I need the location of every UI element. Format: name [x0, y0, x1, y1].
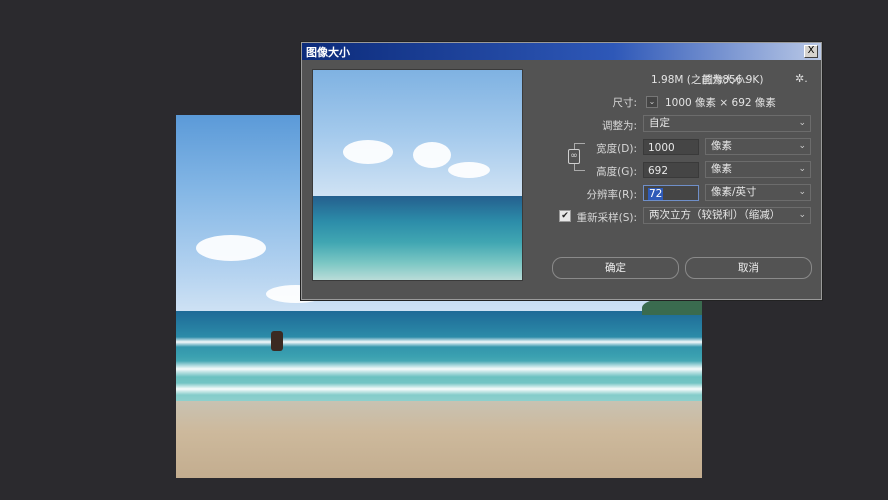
dimensions-value: 1000 像素 × 692 像素: [665, 97, 776, 109]
chevron-down-icon: ⌄: [798, 187, 806, 197]
dialog-titlebar[interactable]: 图像大小 X: [302, 43, 821, 60]
close-button[interactable]: X: [804, 45, 818, 58]
preview-sea: [313, 196, 522, 280]
wave: [176, 383, 702, 395]
resample-value: 两次立方（较锐利）（缩减）: [649, 209, 781, 221]
chain-link-icon[interactable]: ∞: [568, 149, 580, 164]
width-input[interactable]: 1000: [643, 139, 699, 155]
cloud: [413, 142, 451, 168]
canvas-people: [271, 331, 283, 351]
dimensions-dropdown[interactable]: ⌄: [646, 96, 658, 108]
fit-to-label: 调整为:: [601, 120, 637, 132]
check-icon: ✔: [561, 211, 569, 221]
image-size-dialog: 图像大小 X 图像大小: 1.98M (之前为856.9K) ✲. 尺寸: ⌄ …: [301, 42, 822, 300]
cancel-button[interactable]: 取消: [685, 257, 812, 279]
dialog-title: 图像大小: [306, 46, 350, 59]
image-size-value: 1.98M (之前为856.9K): [651, 74, 764, 86]
resample-select[interactable]: 两次立方（较锐利）（缩减） ⌄: [643, 207, 811, 224]
resolution-unit-select[interactable]: 像素/英寸 ⌄: [705, 184, 811, 201]
wave: [176, 337, 702, 347]
resolution-value: 72: [648, 188, 664, 200]
preview-sky: [313, 70, 522, 196]
canvas-sand: [176, 401, 702, 478]
height-unit-value: 像素: [711, 163, 732, 175]
height-unit-select[interactable]: 像素 ⌄: [705, 161, 811, 178]
width-unit-select[interactable]: 像素 ⌄: [705, 138, 811, 155]
resolution-label: 分辨率(R):: [586, 189, 637, 201]
chevron-down-icon: ⌄: [798, 210, 806, 220]
image-preview[interactable]: [312, 69, 523, 281]
resolution-unit-value: 像素/英寸: [711, 186, 757, 198]
ok-button[interactable]: 确定: [552, 257, 679, 279]
width-unit-value: 像素: [711, 140, 732, 152]
cloud: [448, 162, 490, 178]
chevron-down-icon: ⌄: [648, 97, 656, 106]
cloud: [196, 235, 266, 261]
resample-label: 重新采样(S):: [576, 212, 637, 224]
chevron-down-icon: ⌄: [798, 118, 806, 128]
wave: [176, 361, 702, 377]
fit-to-select[interactable]: 自定 ⌄: [643, 115, 811, 132]
close-icon: X: [807, 45, 815, 56]
chevron-down-icon: ⌄: [798, 141, 806, 151]
chevron-down-icon: ⌄: [798, 164, 806, 174]
resample-checkbox[interactable]: ✔: [559, 210, 571, 222]
height-input[interactable]: 692: [643, 162, 699, 178]
fit-to-value: 自定: [649, 117, 670, 129]
width-label: 宽度(D):: [596, 143, 637, 155]
height-label: 高度(G):: [596, 166, 637, 178]
resolution-input[interactable]: 72: [643, 185, 699, 201]
gear-icon[interactable]: ✲.: [795, 72, 808, 85]
cloud: [343, 140, 393, 164]
dimensions-label: 尺寸:: [612, 97, 637, 109]
